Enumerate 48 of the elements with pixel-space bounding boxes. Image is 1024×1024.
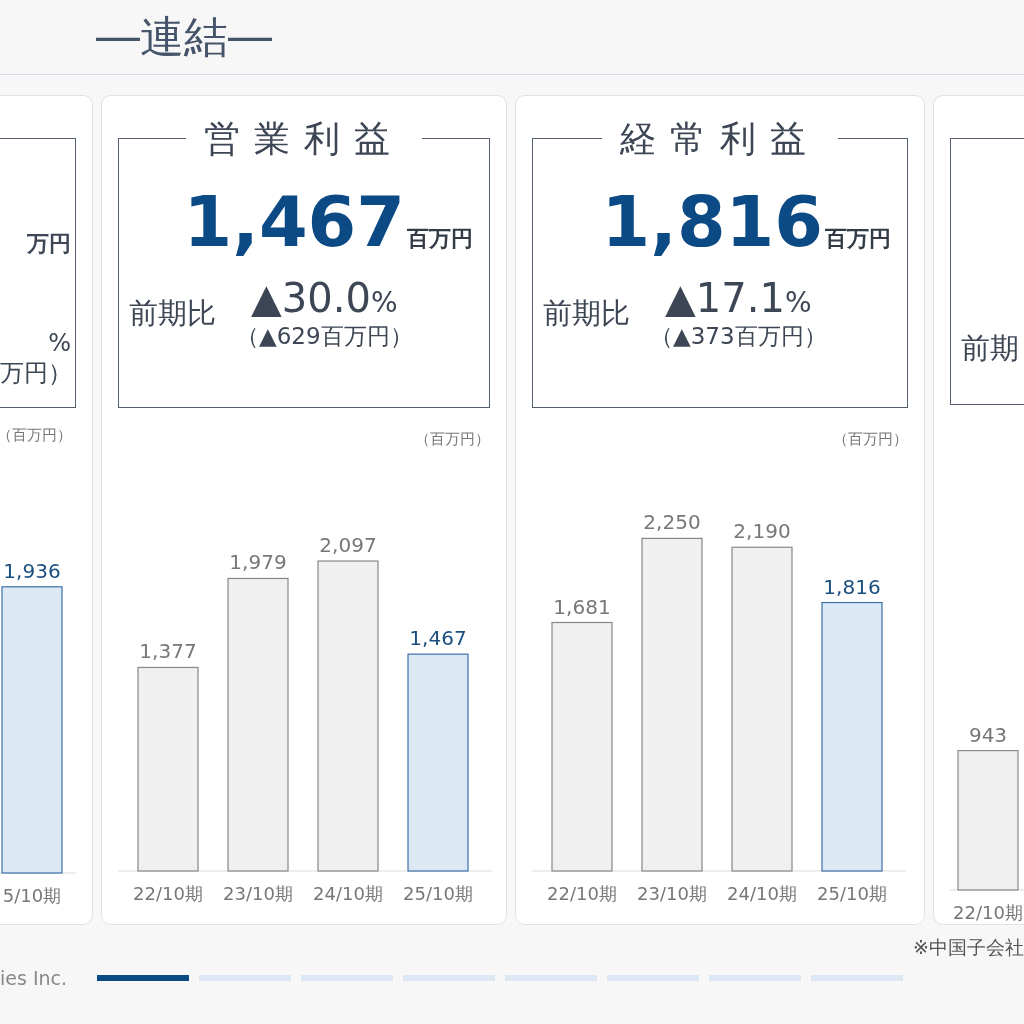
bar-value: 2,190 <box>733 519 791 544</box>
bar-value: 2,250 <box>643 510 701 535</box>
footnote: ※中国子会社 <box>913 935 1024 960</box>
page-indicator[interactable] <box>709 975 802 981</box>
axis-label: 22/10期 <box>547 883 617 904</box>
page-indicator[interactable] <box>301 975 394 981</box>
main-value: 1,467 <box>183 181 405 263</box>
bar-value: 1,936 <box>3 558 61 583</box>
change-rate: ▲17.1% <box>665 275 812 321</box>
axis-label: 5/10期 <box>2 885 62 906</box>
page-indicator[interactable] <box>505 975 598 981</box>
axis-label: 25/10期 <box>403 883 473 904</box>
change-amount: （▲373百万円） <box>650 322 827 351</box>
chart-unit: （百万円） <box>0 426 72 445</box>
bar-value: 1,816 <box>823 574 881 599</box>
axis-label: 22/10期 <box>953 901 1023 923</box>
axis-label: 25/10期 <box>817 883 887 904</box>
change-label: 前期比 <box>543 294 630 332</box>
axis-label: 23/10期 <box>637 883 707 904</box>
page-indicator[interactable] <box>811 975 904 981</box>
change-label: 前期 <box>961 330 1019 367</box>
bar-value: 2,097 <box>319 533 377 557</box>
change-rate: % <box>47 328 72 357</box>
axis-label: 22/10期 <box>133 883 203 904</box>
bar-value: 1,467 <box>409 626 467 651</box>
chart-unit: （百万円） <box>833 430 908 449</box>
page-indicator[interactable] <box>607 975 700 981</box>
page-title: ―連結― <box>96 9 272 64</box>
axis-label: 24/10期 <box>727 883 797 904</box>
company-name: ies Inc. <box>0 967 68 989</box>
bar-value: 1,979 <box>229 550 287 575</box>
change-rate: ▲30.0% <box>251 275 398 321</box>
change-amount: （▲629百万円） <box>236 322 413 351</box>
page-indicator[interactable] <box>199 975 292 981</box>
unit-label: 百万円 <box>825 225 891 253</box>
bar-value: 1,681 <box>553 594 611 619</box>
change-amount: 万円） <box>0 358 73 389</box>
unit-label: 百万円 <box>407 225 473 253</box>
page-indicator[interactable] <box>403 975 496 981</box>
chart-unit: （百万円） <box>415 430 490 449</box>
change-label: 前期比 <box>129 294 216 332</box>
unit-label: 万円 <box>26 230 72 258</box>
main-value: 1,816 <box>601 181 823 263</box>
bar-value: 1,377 <box>139 639 197 664</box>
axis-label: 24/10期 <box>313 883 383 904</box>
axis-label: 23/10期 <box>223 883 293 904</box>
bar-value: 943 <box>968 722 1008 747</box>
page-indicator[interactable] <box>97 975 190 981</box>
